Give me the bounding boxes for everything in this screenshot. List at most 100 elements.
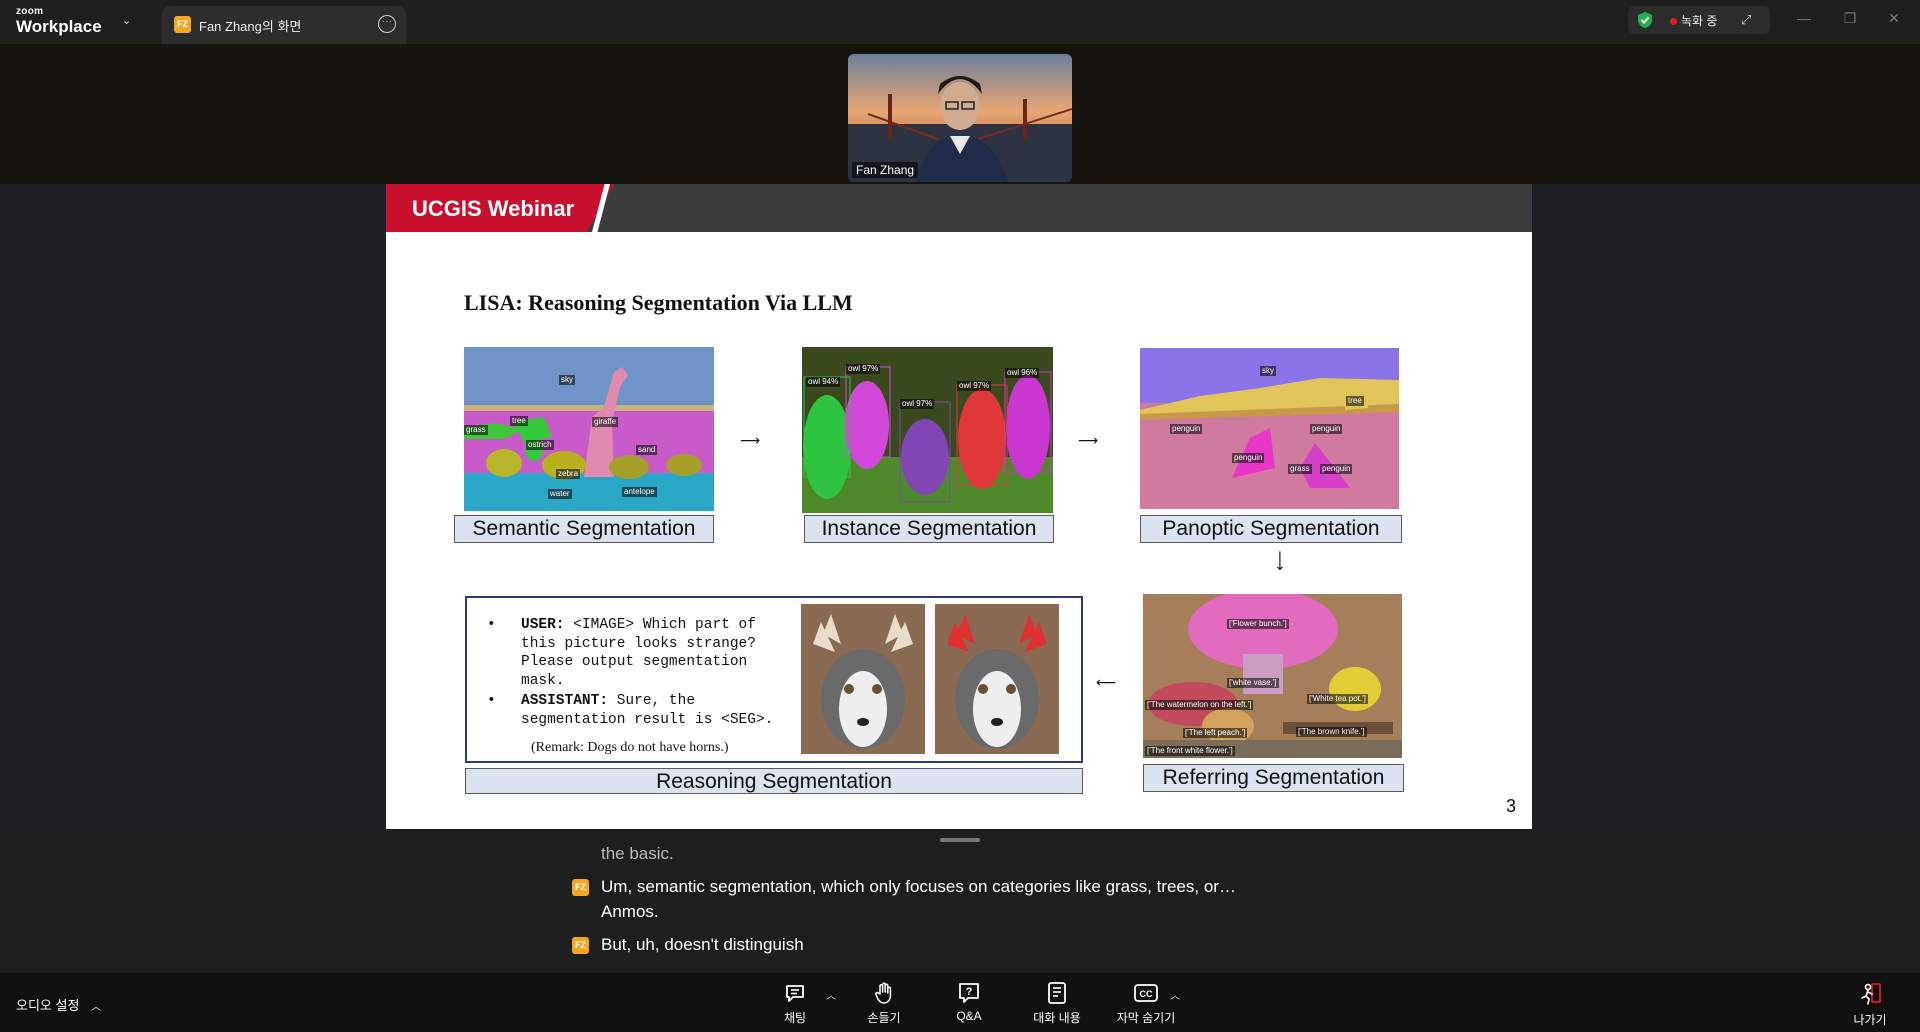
chevron-up-icon[interactable]: ︿ — [826, 987, 836, 1002]
title-bar: zoom Workplace ⌄ FZ Fan Zhang의 화면 ··· 녹화… — [0, 0, 1920, 44]
slide-header-title: UCGIS Webinar — [412, 196, 575, 221]
semantic-label: giraffe — [592, 417, 619, 427]
referring-label: ['Flower bunch.'] — [1227, 619, 1289, 629]
transcript-button[interactable]: 대화 내용 — [1017, 981, 1097, 1027]
hide-captions-label: 자막 숨기기 — [1116, 1011, 1176, 1025]
participant-video[interactable]: Fan Zhang — [848, 54, 1072, 182]
qa-icon: ? — [959, 983, 979, 1003]
cc-icon: CC — [1134, 984, 1158, 1002]
panoptic-label: sky — [1260, 366, 1276, 376]
expand-icon[interactable]: ⤢ — [1741, 12, 1751, 28]
instance-label: owl 94% — [806, 377, 841, 387]
referring-label: ['The watermelon on the left.'] — [1145, 700, 1254, 710]
semantic-label: water — [548, 489, 572, 499]
panoptic-label: penguin — [1310, 424, 1343, 434]
svg-text:CC: CC — [1140, 989, 1153, 999]
dog-image-original — [801, 604, 925, 754]
slide-page-number: 3 — [1505, 796, 1516, 816]
referring-label: ['The brown knife.'] — [1296, 727, 1367, 737]
qa-label: Q&A — [956, 1009, 982, 1023]
bullet: • — [487, 693, 496, 709]
speaker-badge: FZ — [572, 879, 589, 896]
tab-label: Fan Zhang의 화면 — [199, 19, 302, 34]
svg-text:?: ? — [966, 986, 973, 998]
leave-icon — [1861, 983, 1881, 1005]
meeting-toolbar: 오디오 설정 ︿ 채팅 ︿ 손들기 ? Q&A 대화 내용 CC 자막 숨기기 … — [0, 973, 1920, 1032]
dialog-text: • USER: <IMAGE> Which part of this pictu… — [487, 616, 787, 731]
chat-label: 채팅 — [783, 1011, 807, 1025]
chat-button[interactable]: 채팅 — [755, 981, 835, 1027]
semantic-image-art — [464, 347, 714, 511]
semantic-label: sky — [559, 375, 575, 385]
chevron-up-icon[interactable]: ︿ — [1170, 987, 1180, 1002]
speaker-badge: FZ — [572, 937, 589, 954]
instance-label: owl 97% — [957, 381, 992, 391]
dog-image-segmented — [935, 604, 1059, 754]
panoptic-label: penguin — [1170, 424, 1203, 434]
arrow-down-icon: ⟶ — [1272, 550, 1289, 571]
raise-hand-button[interactable]: 손들기 — [844, 981, 924, 1027]
caption-semantic: Semantic Segmentation — [454, 515, 714, 543]
instance-segmentation-image: owl 94% owl 97% owl 97% owl 97% owl 96% — [802, 347, 1053, 513]
semantic-segmentation-image: sky giraffe tree grass ostrich sand zebr… — [464, 347, 714, 511]
caption-line: Um, semantic segmentation, which only fo… — [601, 877, 1236, 896]
minimize-icon[interactable]: — — [1794, 10, 1814, 26]
dog-segmented-art — [935, 604, 1059, 754]
panoptic-segmentation-image: sky tree penguin penguin penguin grass p… — [1140, 348, 1399, 509]
share-tab[interactable]: FZ Fan Zhang의 화면 ··· — [162, 6, 406, 44]
dialog-user-label: USER: — [521, 617, 565, 633]
panoptic-label: penguin — [1232, 453, 1265, 463]
referring-label: ['White tea pot.'] — [1307, 694, 1368, 704]
dialog-assistant-item: • ASSISTANT: Sure, the segmentation resu… — [487, 692, 787, 729]
restore-icon[interactable]: ❐ — [1840, 10, 1860, 27]
semantic-label: antelope — [622, 487, 657, 497]
close-icon[interactable]: ✕ — [1884, 10, 1904, 27]
chevron-up-icon: ︿ — [91, 1002, 102, 1013]
instance-label: owl 96% — [1005, 368, 1040, 378]
qa-button[interactable]: ? Q&A — [929, 981, 1009, 1027]
audio-settings-label: 오디오 설정 — [16, 998, 80, 1013]
arrow-right-icon: ⟶ — [1078, 432, 1099, 448]
more-options-icon[interactable]: ··· — [378, 15, 396, 33]
security-shield-icon — [1638, 12, 1652, 28]
referring-label: ['The left peach.'] — [1183, 728, 1248, 738]
resize-handle[interactable] — [940, 838, 980, 842]
semantic-label: grass — [464, 425, 488, 435]
referring-segmentation-image: ['Flower bunch.'] ['white vase.'] ['The … — [1143, 594, 1402, 758]
semantic-label: sand — [636, 445, 658, 455]
tab-avatar-badge: FZ — [174, 16, 191, 33]
shared-slide: UCGIS Webinar LISA: Reasoning Segmentati… — [386, 184, 1532, 829]
raise-hand-label: 손들기 — [867, 1011, 901, 1025]
recording-indicator[interactable]: 녹화 중 ⤢ — [1628, 6, 1770, 34]
instance-label: owl 97% — [900, 399, 935, 409]
leave-button[interactable]: 나가기 — [1830, 981, 1910, 1027]
bullet: • — [487, 617, 496, 633]
caption-panoptic: Panoptic Segmentation — [1140, 515, 1402, 543]
audio-settings-button[interactable]: 오디오 설정 ︿ — [16, 995, 101, 1014]
slide-title: LISA: Reasoning Segmentation Via LLM — [464, 290, 853, 315]
transcript-label: 대화 내용 — [1033, 1011, 1081, 1025]
panoptic-label: grass — [1288, 464, 1312, 474]
caption-reasoning: Reasoning Segmentation — [465, 768, 1083, 794]
caption-instance: Instance Segmentation — [804, 515, 1054, 543]
referring-label: ['The front white flower.'] — [1145, 746, 1235, 756]
semantic-label: tree — [510, 416, 528, 426]
recording-label: 녹화 중 — [1681, 14, 1718, 28]
panoptic-label: tree — [1346, 396, 1364, 406]
caption-referring: Referring Segmentation — [1143, 764, 1404, 792]
slide-header: UCGIS Webinar — [386, 184, 1532, 232]
leave-label: 나가기 — [1853, 1013, 1887, 1027]
reasoning-dialog: • USER: <IMAGE> Which part of this pictu… — [465, 596, 1083, 763]
zoom-logo: zoom Workplace — [16, 6, 102, 37]
arrow-right-icon: ⟶ — [740, 432, 761, 448]
chevron-down-icon[interactable]: ⌄ — [122, 14, 136, 28]
dialog-assistant-label: ASSISTANT: — [521, 693, 609, 709]
caption-line: But, uh, doesn't distinguish — [601, 935, 804, 954]
panoptic-label: penguin — [1320, 464, 1353, 474]
arrow-left-icon: ⟶ — [1096, 674, 1117, 690]
dialog-remark: (Remark: Dogs do not have horns.) — [531, 740, 729, 755]
captions-panel — [0, 829, 1920, 973]
semantic-label: zebra — [556, 469, 581, 479]
semantic-label: ostrich — [526, 440, 554, 450]
participant-name: Fan Zhang — [852, 162, 919, 178]
